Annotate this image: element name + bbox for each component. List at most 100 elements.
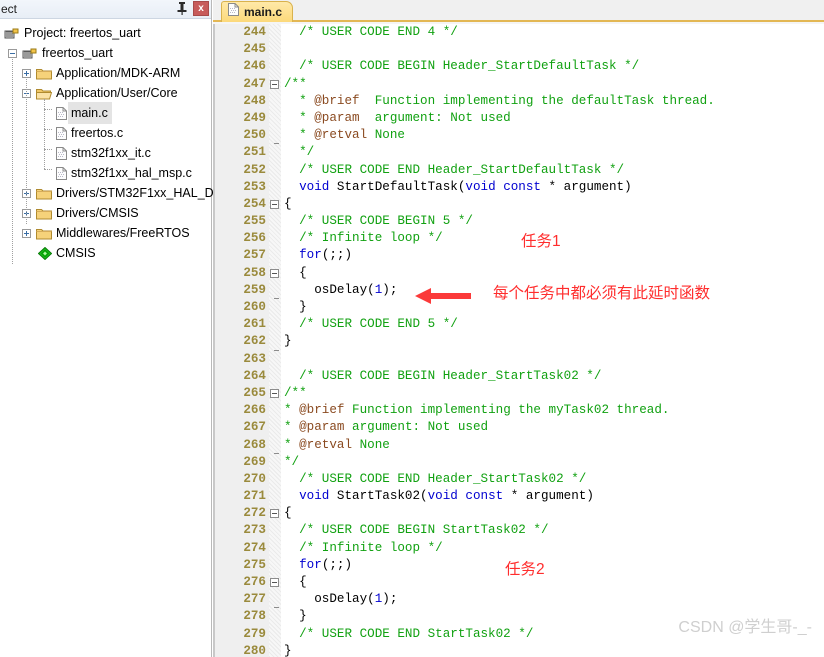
code-text: /* USER CODE END 5 */ [281,316,824,333]
editor-tabstrip: main.c [213,0,824,22]
project-pane: ect x Project: freertos_uart freertos_uar… [0,0,227,657]
tree-item-cmsis[interactable]: CMSIS [0,243,211,263]
line-number: 264 [243,368,266,383]
line-number: 260 [243,300,266,314]
close-icon[interactable]: x [193,1,209,16]
tree-item-stm32f1xx-it-c[interactable]: stm32f1xx_it.c [0,143,211,163]
code-token: argument: Not used [344,420,489,435]
code-text: /* Infinite loop */ [281,540,824,557]
code-token: void const [465,179,541,194]
code-token: } [284,609,307,624]
project-pane-title: ect [1,2,18,16]
code-token: Function implementing the defaultTask th… [359,93,715,108]
tree-item-application-mdk-arm[interactable]: Application/MDK-ARM [0,63,211,83]
code-line: 265 /** [215,385,824,402]
tree-item-freertos-uart[interactable]: freertos_uart [0,43,211,63]
pushpin-icon[interactable] [175,1,189,16]
code-token: @param [299,420,345,435]
code-token: * argument) [540,179,632,194]
tab-label: main.c [244,5,283,19]
tab-main-c[interactable]: main.c [221,1,294,22]
fold-collapse-icon[interactable] [270,199,279,209]
fold-collapse-icon[interactable] [270,268,279,278]
code-text: } [281,333,824,350]
code-token: osDelay( [284,592,375,607]
code-text: */ [281,144,824,161]
code-token: for [299,557,322,572]
code-token: /* USER CODE END 4 */ [299,25,458,39]
code-token: * [284,110,315,125]
tree-guide-line [44,129,52,130]
code-token: /* Infinite loop */ [299,540,443,555]
expand-icon[interactable] [22,228,31,238]
tree-item-label: freertos_uart [42,46,113,60]
code-line: 260 } [215,298,824,316]
tree-guide-line [26,79,27,224]
code-text: /* Infinite loop */ [281,230,824,247]
code-token: StartDefaultTask( [329,179,466,194]
tree-item-drivers-cmsis[interactable]: Drivers/CMSIS [0,203,211,223]
code-line: 245 [215,41,824,58]
project-icon [4,28,19,38]
code-line: 267 * @param argument: Not used [215,419,824,436]
code-text: osDelay(1); [281,591,824,608]
fold-end-tick [274,298,279,299]
tree-item-stm32f1xx-hal-msp-c[interactable]: stm32f1xx_hal_msp.c [0,163,211,183]
code-text: /** [281,76,824,93]
line-number: 269 [243,454,266,469]
folder-open-icon [36,88,52,99]
tree-guide-line [44,149,52,150]
code-line: 278 } [215,607,824,625]
tree-item-application-user-core[interactable]: Application/User/Core [0,83,211,103]
code-text: osDelay(1); [281,282,824,299]
code-line: 251 */ [215,143,824,161]
code-token: { [284,506,292,521]
line-number: 267 [243,420,266,435]
code-token: /** [284,76,307,91]
line-number: 246 [243,59,266,74]
code-text: /** [281,385,824,402]
tree-item-middlewares-freertos[interactable]: Middlewares/FreeRTOS [0,223,211,243]
fold-collapse-icon[interactable] [270,509,279,519]
line-number: 270 [243,471,266,486]
code-token: /* USER CODE END StartTask02 */ [299,626,534,641]
tree-item-label: Drivers/CMSIS [56,206,139,220]
code-text: /* USER CODE BEGIN StartTask02 */ [281,522,824,539]
fold-collapse-icon[interactable] [270,388,279,398]
code-token: /* USER CODE BEGIN StartTask02 */ [299,523,549,538]
line-number: 265 [243,385,266,400]
collapse-icon[interactable] [8,48,17,58]
tree-item-drivers-stm32f1xx-hal-driv[interactable]: Drivers/STM32F1xx_HAL_Driv [0,183,227,203]
code-line: 259 osDelay(1); [215,282,824,299]
project-tree: Project: freertos_uart freertos_uart Appli… [0,19,227,264]
code-token: StartTask02( [329,489,428,504]
code-line: 270 /* USER CODE END Header_StartTask02 … [215,471,824,488]
code-token: } [284,643,292,657]
code-editor[interactable]: 244 /* USER CODE END 4 */245 246 /* USER … [213,24,824,657]
code-line: 266 * @brief Function implementing the my… [215,402,824,419]
tree-item-freertos-c[interactable]: freertos.c [0,123,211,143]
folder-icon [36,228,52,239]
code-token: * [284,93,315,108]
tree-item-label: freertos.c [71,126,124,140]
project-root-row[interactable]: Project: freertos_uart [0,23,211,43]
expand-icon[interactable] [22,68,31,78]
code-token: { [284,196,292,211]
code-token: @retval [314,128,368,143]
code-token: } [284,334,292,349]
line-number: 252 [243,162,266,177]
tree-item-main-c[interactable]: main.c [0,102,211,124]
line-number: 247 [243,76,266,91]
line-number: 251 [243,145,266,160]
fold-collapse-icon[interactable] [270,79,279,89]
code-line: 254 { [215,196,824,213]
fold-collapse-icon[interactable] [270,578,279,587]
code-token: Function implementing the myTask02 threa… [344,403,670,418]
line-number: 272 [243,506,266,521]
